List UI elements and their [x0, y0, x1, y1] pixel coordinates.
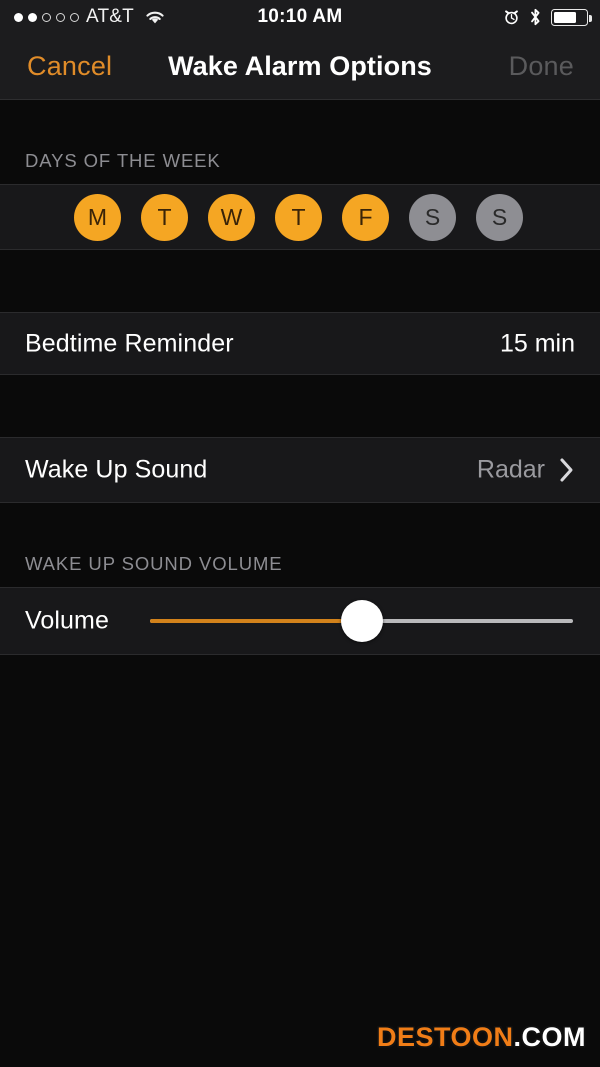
days-of-week-row: MTWTFSS — [0, 184, 600, 250]
done-button[interactable]: Done — [509, 51, 574, 82]
bedtime-reminder-value: 15 min — [499, 329, 575, 357]
battery-icon — [551, 8, 592, 26]
day-toggle-group: MTWTFSS — [0, 185, 600, 249]
slider-thumb[interactable] — [340, 600, 383, 642]
watermark-primary: DESTOON — [376, 1022, 514, 1052]
day-toggle-sunday[interactable]: S — [476, 193, 523, 241]
bedtime-reminder-row[interactable]: Bedtime Reminder 15 min — [0, 312, 600, 375]
wake-up-sound-row[interactable]: Wake Up Sound Radar — [0, 437, 600, 503]
volume-section-header: WAKE UP SOUND VOLUME — [25, 553, 283, 574]
volume-label: Volume — [25, 606, 109, 635]
chevron-right-icon — [560, 458, 573, 482]
day-toggle-thursday[interactable]: T — [275, 193, 322, 241]
day-toggle-monday[interactable]: M — [74, 193, 121, 241]
phone-screen: AT&T 10:10 AM Cancel Wake Alarm Options … — [0, 0, 600, 1067]
day-toggle-tuesday[interactable]: T — [141, 193, 188, 241]
wake-up-sound-value: Radar — [476, 455, 545, 484]
bedtime-reminder-label: Bedtime Reminder — [25, 329, 234, 357]
day-toggle-saturday[interactable]: S — [409, 193, 456, 241]
status-bar-right — [503, 0, 592, 34]
navigation-bar: Cancel Wake Alarm Options Done — [0, 34, 600, 100]
watermark: DESTOON.COM — [377, 1022, 586, 1053]
slider-track-fill — [150, 619, 362, 623]
watermark-secondary: .COM — [513, 1022, 586, 1052]
volume-row: Volume — [0, 587, 600, 655]
status-bar: AT&T 10:10 AM — [0, 0, 600, 34]
alarm-clock-icon — [505, 10, 518, 25]
wake-up-sound-label: Wake Up Sound — [25, 455, 208, 484]
day-toggle-friday[interactable]: F — [342, 193, 389, 241]
days-section-header: DAYS OF THE WEEK — [25, 150, 221, 171]
battery-level-fill — [553, 11, 577, 23]
day-toggle-wednesday[interactable]: W — [208, 193, 255, 241]
bluetooth-icon — [531, 8, 540, 26]
volume-slider[interactable] — [150, 600, 573, 642]
